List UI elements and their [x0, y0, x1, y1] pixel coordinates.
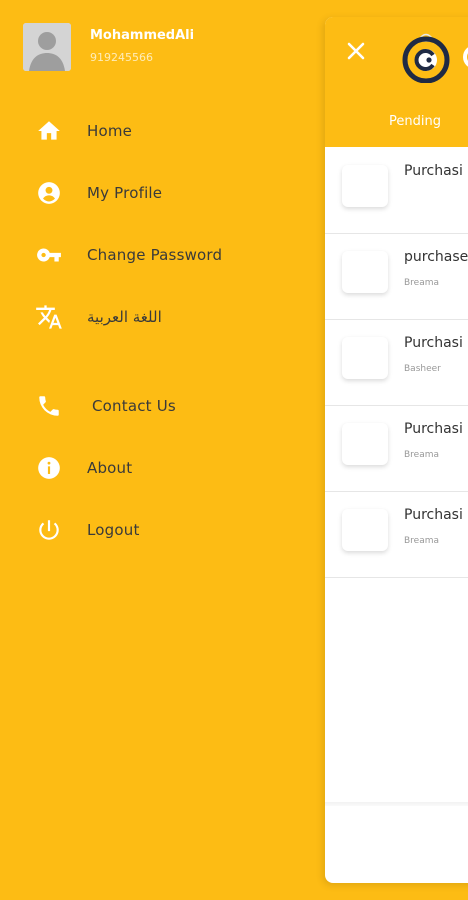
menu-item-label: Change Password — [87, 246, 223, 264]
menu-item-label: اللغة العربية — [87, 308, 162, 326]
menu-item-contact-us[interactable]: Contact Us — [34, 389, 176, 423]
order-thumbnail — [342, 509, 388, 551]
list-item[interactable]: Purchasi — [325, 147, 468, 234]
avatar[interactable] — [23, 23, 71, 71]
power-icon — [34, 515, 64, 545]
order-title: Purchasi — [404, 163, 463, 179]
tab-pending[interactable]: Pending — [365, 114, 465, 129]
user-name: MohammedAli — [90, 28, 195, 43]
order-thumbnail — [342, 337, 388, 379]
brand-mark-icon — [461, 45, 468, 69]
order-thumbnail — [342, 423, 388, 465]
order-thumbnail — [342, 165, 388, 207]
account-circle-icon — [34, 178, 64, 208]
user-info: MohammedAli 919245566 — [90, 28, 194, 64]
order-subtitle: Breama — [404, 278, 440, 288]
order-subtitle: Breama — [404, 450, 440, 460]
user-header: MohammedAli 919245566 — [23, 23, 194, 71]
bottom-bar-divider — [325, 802, 468, 806]
phone-icon — [34, 391, 64, 421]
menu-item-home[interactable]: Home — [34, 114, 132, 148]
home-icon — [34, 116, 64, 146]
translate-icon — [34, 302, 64, 332]
order-title: Purchasi — [404, 421, 463, 437]
info-icon — [34, 453, 64, 483]
menu-item-label: Logout — [87, 521, 140, 539]
list-item[interactable]: Purchasi Breama — [325, 405, 468, 492]
close-icon[interactable] — [344, 39, 368, 63]
app-bar: Pending — [325, 17, 468, 147]
menu-item-about[interactable]: About — [34, 451, 132, 485]
menu-item-arabic-language[interactable]: اللغة العربية — [34, 300, 162, 334]
main-screen-panel: Pending Purchasi purchase Breama Purchas… — [325, 17, 468, 883]
logo-icon — [399, 29, 453, 84]
menu-item-label: About — [87, 459, 133, 477]
list-item[interactable]: purchase Breama — [325, 233, 468, 320]
menu-item-label: Home — [87, 122, 133, 140]
menu-item-logout[interactable]: Logout — [34, 513, 140, 547]
order-subtitle: Basheer — [404, 364, 441, 374]
order-title: Purchasi — [404, 335, 463, 351]
user-phone: 919245566 — [90, 51, 153, 64]
order-subtitle: Breama — [404, 536, 440, 546]
user-placeholder-icon — [23, 23, 71, 71]
order-title: Purchasi — [404, 507, 463, 523]
order-title: purchase — [404, 249, 468, 265]
menu-item-change-password[interactable]: Change Password — [34, 238, 222, 272]
order-thumbnail — [342, 251, 388, 293]
list-item[interactable]: Purchasi Breama — [325, 491, 468, 578]
key-icon — [34, 240, 64, 270]
menu-item-label: My Profile — [87, 184, 163, 202]
menu-item-my-profile[interactable]: My Profile — [34, 176, 162, 210]
menu-item-label: Contact Us — [92, 397, 176, 415]
list-item[interactable]: Purchasi Basheer — [325, 319, 468, 406]
